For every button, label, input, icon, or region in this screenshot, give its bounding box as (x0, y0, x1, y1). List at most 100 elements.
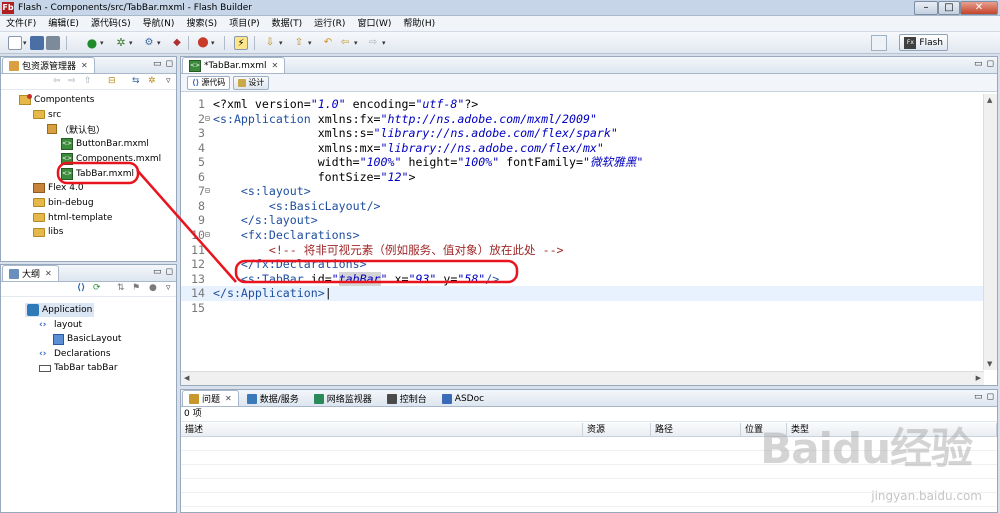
close-tab-icon[interactable]: ✕ (225, 394, 232, 403)
next-annotation-dropdown-icon[interactable]: ▾ (279, 36, 285, 50)
code-line[interactable]: 3 xmlns:s="library://ns.adobe.com/flex/s… (181, 126, 984, 141)
run-dropdown-icon[interactable]: ▾ (100, 36, 106, 50)
minimize-panel-icon[interactable]: ▭ (153, 59, 162, 69)
debug-icon[interactable]: ✲ (114, 36, 128, 50)
outline-item[interactable]: ‹› Declarations (39, 347, 111, 361)
column-header[interactable]: 资源 (583, 423, 651, 437)
tree-item[interactable]: src (33, 108, 61, 122)
code-line[interactable]: 12 </fx:Declarations> (181, 257, 984, 272)
maximize-panel-icon[interactable]: ◻ (987, 59, 994, 69)
column-header[interactable]: 位置 (741, 423, 787, 437)
minimize-panel-icon[interactable]: ▭ (974, 59, 983, 69)
tree-item[interactable]: <> ButtonBar.mxml (61, 137, 149, 151)
maximize-button[interactable]: □ (938, 1, 960, 15)
up-icon[interactable]: ⇧ (84, 76, 92, 86)
tree-item[interactable]: Flex 4.0 (33, 181, 84, 195)
menu-item[interactable]: 搜索(S) (180, 16, 223, 32)
editor-tab-tabbar-mxml[interactable]: <> *TabBar.mxml ✕ (182, 57, 286, 73)
tree-item[interactable]: <> Components.mxml (61, 152, 161, 166)
minimize-button[interactable]: – (914, 1, 938, 15)
tree-item[interactable]: html-template (33, 211, 112, 225)
back-dropdown-icon[interactable]: ▾ (354, 36, 360, 50)
menu-item[interactable]: 文件(F) (0, 16, 42, 32)
code-line[interactable]: 14 </s:Application>| (181, 286, 984, 301)
bottom-tab[interactable]: 网络监视器 (307, 390, 379, 406)
code-line[interactable]: 1 <?xml version="1.0" encoding="utf-8"?> (181, 97, 984, 112)
forward-icon[interactable]: ⇨ (366, 36, 380, 50)
flash-perspective-button[interactable]: Fx Flash (899, 34, 948, 51)
code-line[interactable]: 15 (181, 301, 984, 316)
minimize-panel-icon[interactable]: ▭ (153, 267, 162, 277)
vertical-scrollbar[interactable]: ▲ ▼ (983, 94, 997, 370)
close-button[interactable]: ✕ (960, 1, 998, 15)
menu-item[interactable]: 数据(T) (266, 16, 309, 32)
menu-item[interactable]: 导航(N) (137, 16, 181, 32)
column-header[interactable]: 描述 (181, 423, 583, 437)
save-icon[interactable] (30, 36, 44, 50)
outline-item[interactable]: Application (25, 303, 95, 317)
profile-icon[interactable]: ⚙ (142, 36, 156, 50)
fold-toggle-icon[interactable]: ⊟ (205, 112, 210, 127)
print-icon[interactable] (46, 36, 60, 50)
external-tools-dropdown-icon[interactable]: ▾ (211, 36, 217, 50)
close-tab-icon[interactable]: ✕ (272, 61, 279, 70)
external-tools-icon[interactable]: ⬤ (196, 36, 210, 50)
maximize-panel-icon[interactable]: ◻ (166, 59, 173, 69)
menu-item[interactable]: 窗口(W) (351, 16, 397, 32)
code-line[interactable]: 10 ⊟ <fx:Declarations> (181, 228, 984, 243)
collapse-all-icon[interactable]: ⊟ (108, 76, 116, 86)
filter-icon[interactable]: ⚑ (132, 283, 140, 293)
refresh-icon[interactable]: ⟳ (93, 283, 101, 293)
profile-dropdown-icon[interactable]: ▾ (157, 36, 163, 50)
open-perspective-icon[interactable] (871, 35, 887, 51)
bottom-tab[interactable]: 控制台 (380, 390, 434, 406)
minimize-panel-icon[interactable]: ▭ (974, 392, 983, 402)
mark-occurrences-icon[interactable]: ⚡ (234, 36, 248, 50)
previous-annotation-dropdown-icon[interactable]: ▾ (308, 36, 314, 50)
fold-toggle-icon[interactable]: ⊟ (205, 228, 210, 243)
scroll-right-icon[interactable]: ▶ (976, 374, 981, 382)
sort-icon[interactable]: ⇅ (117, 283, 125, 293)
new-icon[interactable] (8, 36, 22, 50)
code-line[interactable]: 2 ⊟ <s:Application xmlns:fx="http://ns.ado… (181, 112, 984, 127)
last-edit-location-icon[interactable]: ↶ (321, 36, 335, 50)
new-dropdown-icon[interactable]: ▾ (23, 36, 29, 50)
maximize-panel-icon[interactable]: ◻ (987, 392, 994, 402)
bottom-tab[interactable]: 问题 ✕ (182, 390, 239, 406)
scroll-up-icon[interactable]: ▲ (987, 96, 992, 104)
tree-item[interactable]: libs (33, 225, 63, 239)
show-mxml-icon[interactable]: ⟨⟩ (77, 283, 85, 293)
outline-item[interactable]: BasicLayout (53, 332, 121, 346)
code-line[interactable]: 6 fontSize="12"> (181, 170, 984, 185)
code-line[interactable]: 8 <s:BasicLayout/> (181, 199, 984, 214)
maximize-panel-icon[interactable]: ◻ (166, 267, 173, 277)
code-line[interactable]: 11 <!-- 将非可视元素（例如服务、值对象）放在此处 --> (181, 243, 984, 258)
tree-item[interactable]: （默认包） (47, 122, 105, 136)
export-release-icon[interactable]: ◆ (170, 36, 184, 50)
package-explorer-tab[interactable]: 包资源管理器 ✕ (2, 57, 95, 73)
back-icon[interactable]: ⇦ (338, 36, 352, 50)
scroll-down-icon[interactable]: ▼ (987, 360, 992, 368)
code-line[interactable]: 13 <s:TabBar id="tabBar" x="93" y="58"/> (181, 271, 984, 287)
menu-item[interactable]: 编辑(E) (42, 16, 85, 32)
close-tab-icon[interactable]: ✕ (45, 269, 52, 278)
menu-item[interactable]: 帮助(H) (397, 16, 441, 32)
next-annotation-icon[interactable]: ⇩ (263, 36, 277, 50)
column-header[interactable]: 路径 (651, 423, 741, 437)
debug-dropdown-icon[interactable]: ▾ (129, 36, 135, 50)
horizontal-scrollbar[interactable]: ◀ ▶ (181, 371, 984, 385)
menu-item[interactable]: 运行(R) (308, 16, 351, 32)
tree-item[interactable]: <> TabBar.mxml (61, 167, 134, 181)
link-with-editor-icon[interactable]: ⇆ (132, 76, 140, 86)
menu-item[interactable]: 源代码(S) (85, 16, 137, 32)
outline-item[interactable]: ‹› layout (39, 318, 82, 332)
bottom-tab[interactable]: 数据/服务 (240, 390, 306, 406)
back-icon[interactable]: ⇦ (53, 76, 61, 86)
view-menu-dropdown-icon[interactable]: ▿ (166, 283, 171, 293)
outline-item[interactable]: TabBar tabBar (39, 361, 118, 375)
forward-icon[interactable]: ⇨ (68, 76, 76, 86)
design-mode-button[interactable]: 设计 (233, 75, 270, 90)
hide-icon[interactable]: ● (149, 283, 157, 293)
view-menu-icon[interactable]: ✲ (148, 76, 156, 86)
tree-item[interactable]: bin-debug (33, 196, 94, 210)
